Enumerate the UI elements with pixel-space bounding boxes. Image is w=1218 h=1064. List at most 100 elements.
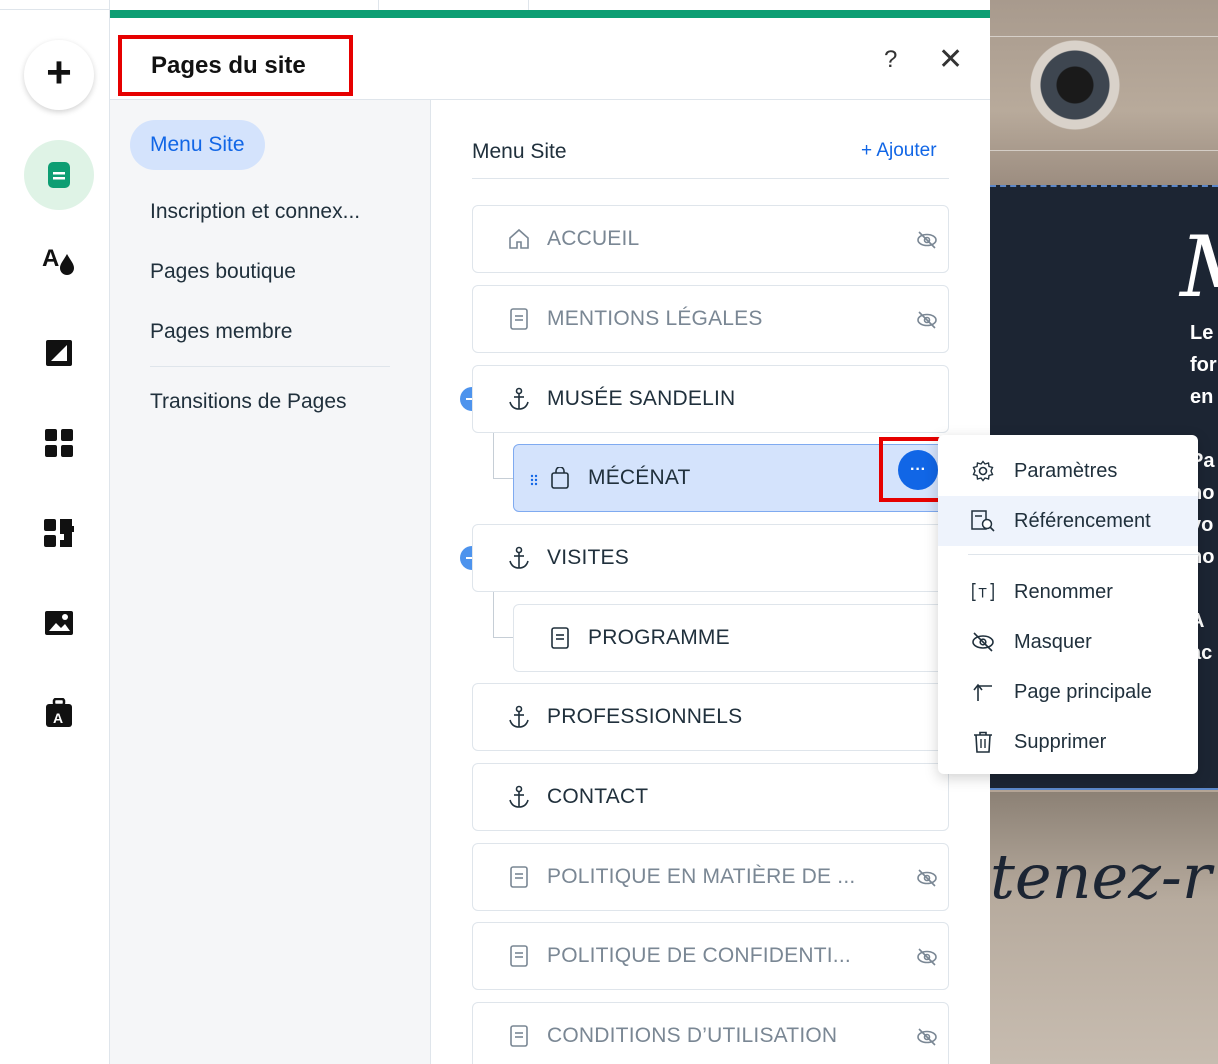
briefcase-icon: A: [46, 698, 72, 727]
page-label: POLITIQUE DE CONFIDENTI...: [547, 944, 851, 967]
page-icon: [548, 626, 572, 650]
anchor-icon: [507, 785, 531, 809]
pages-panel: Pages du site ? ✕ Menu Site Inscription …: [110, 10, 990, 1064]
list-title: Menu Site: [472, 140, 567, 163]
page-item-accueil[interactable]: ACCUEIL: [472, 205, 949, 273]
menu-item-page-principale[interactable]: Page principale: [938, 667, 1198, 717]
plus-icon: +: [46, 48, 72, 97]
canvas-heading-letter: M: [1180, 218, 1218, 316]
page-label: MENTIONS LÉGALES: [547, 307, 763, 330]
editor-toolbar: + A A: [0, 0, 110, 1064]
hidden-eye-icon: [916, 867, 938, 889]
svg-text:T: T: [978, 585, 987, 601]
menu-divider: [968, 554, 1198, 555]
menu-item-label: Renommer: [1014, 580, 1113, 603]
nav-divider: [150, 366, 390, 367]
home-icon: [507, 227, 531, 251]
menu-item-renommer[interactable]: T Renommer: [938, 567, 1198, 617]
menu-item-referencement[interactable]: Référencement: [938, 496, 1198, 546]
page-label: ACCUEIL: [547, 227, 640, 250]
rename-icon: T: [971, 580, 995, 604]
canvas-text: en: [1190, 386, 1214, 408]
main-page-icon: [971, 680, 995, 704]
nav-item-menu-site[interactable]: Menu Site: [130, 120, 265, 170]
canvas-guide-line: [990, 150, 1218, 151]
menu-item-label: Paramètres: [1014, 459, 1118, 482]
help-button[interactable]: ?: [884, 46, 897, 74]
page-label: POLITIQUE EN MATIÈRE DE ...: [547, 865, 856, 888]
page-item-programme[interactable]: PROGRAMME: [513, 604, 949, 672]
page-item-professionnels[interactable]: PROFESSIONNELS: [472, 683, 949, 751]
portfolio-button[interactable]: A: [24, 678, 94, 748]
title-highlight-box: [118, 35, 353, 96]
trash-icon: [971, 730, 995, 754]
background-button[interactable]: [24, 318, 94, 388]
add-apps-button[interactable]: [24, 408, 94, 478]
page-item-conditions-utilisation[interactable]: CONDITIONS D’UTILISATION: [472, 1002, 949, 1064]
panel-header: Pages du site ? ✕: [110, 18, 990, 100]
canvas-guide-line: [990, 36, 1218, 37]
svg-text:A: A: [42, 245, 59, 272]
page-item-politique-confidentialite[interactable]: POLITIQUE DE CONFIDENTI...: [472, 922, 949, 990]
business-button[interactable]: [24, 498, 94, 568]
drag-handle-icon[interactable]: [530, 473, 538, 486]
add-page-button[interactable]: + Ajouter: [861, 140, 937, 162]
page-item-politique-matiere[interactable]: POLITIQUE EN MATIÈRE DE ...: [472, 843, 949, 911]
page-label: CONDITIONS D’UTILISATION: [547, 1024, 838, 1047]
page-item-musee-sandelin[interactable]: MUSÉE SANDELIN: [472, 365, 949, 433]
page-item-mentions-legales[interactable]: MENTIONS LÉGALES: [472, 285, 949, 353]
pages-category-nav: Menu Site Inscription et connex... Pages…: [110, 100, 431, 1064]
page-label: MUSÉE SANDELIN: [547, 387, 736, 410]
tree-connector: [493, 592, 494, 637]
image-icon: [45, 611, 73, 635]
menu-item-label: Référencement: [1014, 509, 1151, 532]
add-elements-button[interactable]: +: [24, 40, 94, 110]
pages-button[interactable]: [24, 140, 94, 210]
hidden-eye-icon: [916, 946, 938, 968]
apps-icon: [45, 429, 73, 457]
nav-item-member-pages[interactable]: Pages membre: [130, 307, 312, 357]
nav-item-page-transitions[interactable]: Transitions de Pages: [130, 377, 367, 427]
canvas-text: for: [1190, 354, 1217, 376]
anchor-icon: [507, 546, 531, 570]
seo-icon: [971, 509, 995, 533]
page-icon: [507, 944, 531, 968]
tree-connector: [493, 433, 494, 478]
toolbar-top-divider: [0, 0, 110, 10]
bottom-photo-section: [990, 792, 1218, 1064]
menu-item-label: Supprimer: [1014, 730, 1107, 753]
canvas-script-heading: tenez-r: [990, 840, 1212, 913]
canvas-text: Le: [1190, 322, 1214, 344]
page-label: VISITES: [547, 546, 629, 569]
anchor-icon: [507, 705, 531, 729]
svg-text:A: A: [53, 710, 63, 726]
top-divider: [378, 0, 379, 10]
close-button[interactable]: ✕: [938, 42, 963, 77]
anchor-icon: [507, 387, 531, 411]
site-menu-list: Menu Site + Ajouter ACCUEIL MENTIONS LÉG…: [431, 100, 990, 1064]
nav-item-store-pages[interactable]: Pages boutique: [130, 247, 316, 297]
menu-item-label: Page principale: [1014, 680, 1152, 703]
page-item-contact[interactable]: CONTACT: [472, 763, 949, 831]
page-item-visites[interactable]: VISITES: [472, 524, 949, 592]
nav-item-signup-login[interactable]: Inscription et connex...: [130, 187, 380, 237]
gear-icon: [971, 459, 995, 483]
page-context-menu: Paramètres Référencement T Renommer Masq…: [938, 435, 1198, 774]
page-label: PROFESSIONNELS: [547, 705, 743, 728]
background-icon: [46, 340, 72, 366]
menu-item-supprimer[interactable]: Supprimer: [938, 717, 1198, 767]
media-button[interactable]: [24, 588, 94, 658]
eye-image: [1030, 40, 1120, 130]
page-label: CONTACT: [547, 785, 649, 808]
design-button[interactable]: A: [24, 225, 94, 295]
menu-item-parametres[interactable]: Paramètres: [938, 446, 1198, 496]
page-icon: [48, 162, 70, 188]
hide-icon: [971, 630, 995, 654]
menu-item-masquer[interactable]: Masquer: [938, 617, 1198, 667]
puzzle-icon: [44, 519, 74, 547]
tree-connector: [493, 637, 513, 638]
page-label: MÉCÉNAT: [588, 466, 691, 489]
hidden-eye-icon: [916, 309, 938, 331]
page-label: PROGRAMME: [588, 626, 730, 649]
page-icon: [507, 1024, 531, 1048]
